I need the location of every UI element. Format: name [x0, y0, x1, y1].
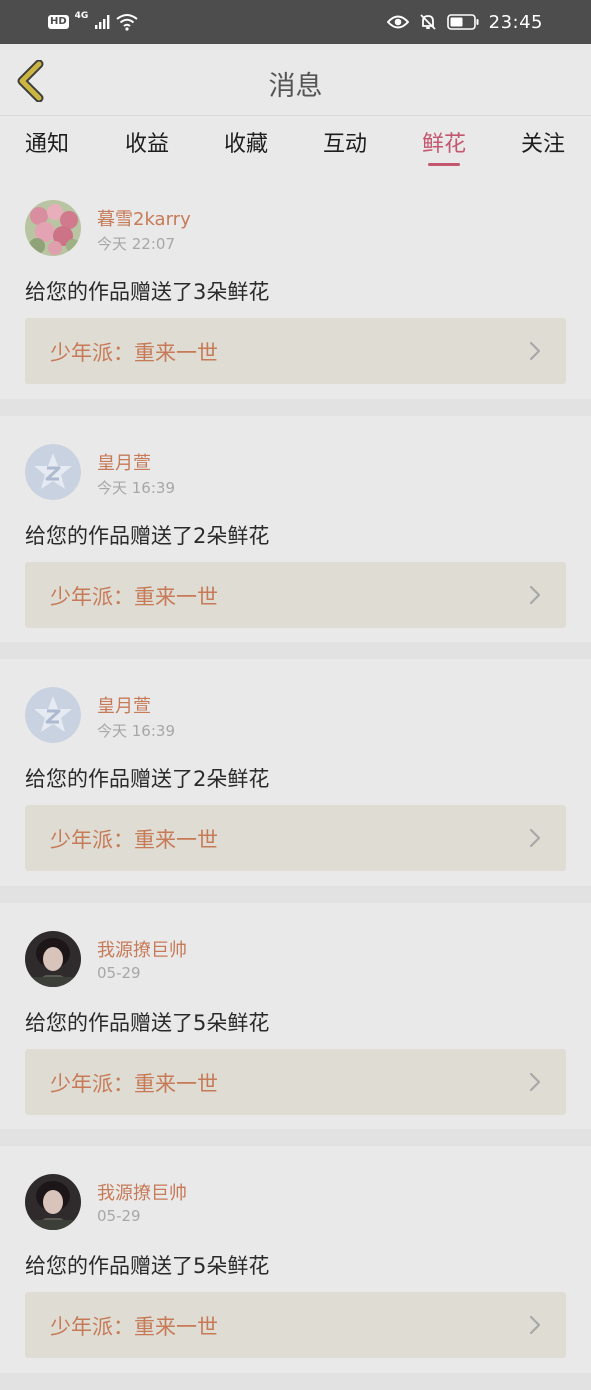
tab-favorites[interactable]: 收藏 — [201, 126, 291, 170]
message-card: 我源撩巨帅 05-29 给您的作品赠送了5朵鲜花 少年派：重来一世 — [0, 902, 591, 1146]
tab-earnings[interactable]: 收益 — [102, 126, 192, 170]
page-title: 消息 — [268, 71, 323, 102]
bell-off-icon — [419, 14, 436, 30]
status-time: 23:45 — [488, 11, 543, 33]
message-list: 暮雪2karry 今天 22:07 给您的作品赠送了3朵鲜花 少年派：重来一世 … — [0, 172, 591, 1390]
battery-icon — [446, 14, 479, 30]
work-title: 少年派：重来一世 — [50, 828, 218, 852]
work-link[interactable]: 少年派：重来一世 — [25, 805, 566, 871]
sender-name[interactable]: 暮雪2karry — [97, 205, 191, 231]
message-time: 今天 22:07 — [97, 235, 175, 253]
message-text: 给您的作品赠送了3朵鲜花 — [25, 280, 270, 304]
photo-avatar[interactable] — [25, 930, 81, 987]
app-bar: 消息 — [0, 44, 591, 116]
chevron-right-icon — [529, 1072, 541, 1091]
message-time: 05-29 — [97, 1207, 141, 1225]
tab-following[interactable]: 关注 — [498, 126, 588, 170]
work-link[interactable]: 少年派：重来一世 — [25, 1292, 566, 1358]
network-type: 4G — [74, 11, 89, 21]
sender-name[interactable]: 皇月萱 — [97, 692, 151, 718]
work-link[interactable]: 少年派：重来一世 — [25, 561, 566, 628]
message-text: 给您的作品赠送了5朵鲜花 — [25, 1010, 270, 1035]
chevron-right-icon — [529, 341, 541, 361]
work-link[interactable]: 少年派：重来一世 — [25, 318, 566, 384]
active-tab-indicator — [428, 163, 460, 166]
tab-bar: 通知 收益 收藏 互动 鲜花 关注 — [0, 116, 591, 172]
work-title: 少年派：重来一世 — [50, 1315, 218, 1339]
sender-name[interactable]: 我源撩巨帅 — [97, 936, 187, 962]
work-link[interactable]: 少年派：重来一世 — [25, 1048, 566, 1115]
message-card: 暮雪2karry 今天 22:07 给您的作品赠送了3朵鲜花 少年派：重来一世 — [0, 172, 591, 416]
status-bar: HD 4G 23:45 — [0, 0, 591, 44]
tab-interactions[interactable]: 互动 — [300, 126, 390, 170]
message-card: 皇月萱 今天 16:39 给您的作品赠送了2朵鲜花 少年派：重来一世 — [0, 659, 591, 903]
default-avatar[interactable] — [25, 687, 81, 743]
message-time: 今天 16:39 — [97, 722, 175, 740]
photo-avatar[interactable] — [25, 1174, 81, 1230]
wifi-icon — [116, 14, 138, 31]
message-text: 给您的作品赠送了5朵鲜花 — [25, 1254, 270, 1278]
flower-avatar[interactable] — [25, 200, 81, 256]
message-time: 05-29 — [97, 963, 141, 982]
tab-notifications[interactable]: 通知 — [2, 126, 92, 170]
message-time: 今天 16:39 — [97, 478, 175, 497]
work-title: 少年派：重来一世 — [50, 584, 218, 609]
chevron-right-icon — [529, 1315, 541, 1335]
sender-name[interactable]: 我源撩巨帅 — [97, 1179, 187, 1205]
chevron-right-icon — [529, 828, 541, 848]
hd-badge: HD — [48, 15, 69, 29]
message-card: 我源撩巨帅 05-29 给您的作品赠送了5朵鲜花 少年派：重来一世 — [0, 1146, 591, 1390]
message-text: 给您的作品赠送了2朵鲜花 — [25, 523, 270, 548]
work-title: 少年派：重来一世 — [50, 1071, 218, 1096]
default-avatar[interactable] — [25, 443, 81, 500]
chevron-right-icon — [529, 585, 541, 604]
message-card: 皇月萱 今天 16:39 给您的作品赠送了2朵鲜花 少年派：重来一世 — [0, 415, 591, 659]
tab-flowers[interactable]: 鲜花 — [399, 126, 489, 170]
message-text: 给您的作品赠送了2朵鲜花 — [25, 767, 270, 791]
signal-icon — [95, 15, 110, 29]
work-title: 少年派：重来一世 — [50, 341, 218, 365]
eye-icon — [386, 15, 409, 29]
sender-name[interactable]: 皇月萱 — [97, 449, 151, 475]
